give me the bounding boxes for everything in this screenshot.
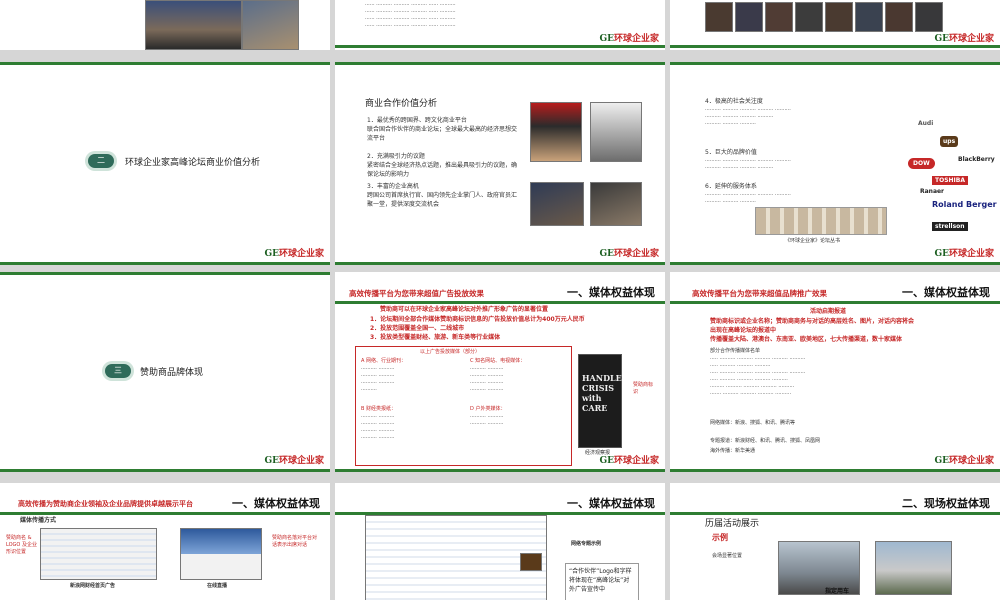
- section-title: 一、媒体权益体现: [902, 286, 990, 299]
- section-title: 一、媒体权益体现: [232, 497, 320, 510]
- media-list-title: 部分合作传播媒体名单: [710, 348, 761, 354]
- overseas-media: 海外传播：新华美通: [710, 448, 756, 454]
- rights-intro: 赞助商可以在环球企业家高峰论坛对外推广形象广告的显著位置: [380, 306, 549, 313]
- audience-photo: [242, 0, 299, 50]
- slide-header: 高效传播平台为您带来超值广告投放效果: [349, 289, 484, 298]
- book-title: HANDLE CRISIS with CARE: [582, 373, 622, 413]
- slide-header: 高效传播平台为您带来超值品牌推广效果: [692, 289, 827, 298]
- live-stream-caption: 在线直播: [207, 583, 228, 589]
- conference-hall-photo: [145, 0, 242, 50]
- media-list-body: ····· ·········· ·········· ·········· ·…: [710, 356, 806, 397]
- value-point-3: 3．丰富的企业高机 跨国公司首席执行官、国内领先企业掌门人、政府官员汇聚一堂，提供…: [367, 183, 518, 208]
- slide-logo: GE环球企业家: [934, 34, 994, 44]
- slide-header: 高效传播为赞助商企业领袖及企业品牌提供卓越展示平台: [18, 500, 193, 508]
- coverage-line-3: 传播覆盖大陆、港澳台、东南亚、欧美地区，七大传播渠道，数十家媒体: [710, 336, 903, 343]
- slide-commercial-value[interactable]: 商业合作价值分析 1．最优秀的跨国界、跨文化商业平台 联合国合作伙伴的商业论坛；全…: [335, 62, 665, 265]
- slide-media-2[interactable]: 高效传播平台为您带来超值品牌推广效果 一、媒体权益体现 活动启期报道 赞助商标识…: [670, 272, 1000, 472]
- right-dialog-note: 赞助商名落对平台对话表示出席对话: [272, 535, 318, 548]
- rights-item-2: 2．投放范围覆盖全国一、二线城市: [370, 325, 465, 332]
- agenda-title: 赞助商品牌体现: [140, 368, 204, 378]
- brand-logo-dow: DOW: [908, 158, 935, 169]
- forum-photo-1: [530, 182, 584, 226]
- slide-logo: GE环球企业家: [599, 456, 659, 466]
- sina-ad-caption: 新浪网财经首页广告: [70, 583, 116, 589]
- brand-logo-roland-berger: Roland Berger: [932, 200, 997, 209]
- forum-photo-2: [590, 182, 642, 226]
- value-title: 商业合作价值分析: [365, 99, 438, 109]
- agenda-number-badge: 二: [88, 154, 114, 168]
- slide-top-left: [0, 0, 330, 50]
- section-title: 一、媒体权益体现: [567, 497, 655, 510]
- slide-top-middle: ······ ·········· ·········· ·········· …: [335, 0, 665, 50]
- slide-logo: GE环球企业家: [264, 249, 324, 259]
- ups-logo-thumb: [520, 553, 542, 571]
- left-logo-note: 赞助商名 & LOGO 及企业形识位置: [6, 535, 37, 555]
- venue-position-label: 会场显著位置: [712, 553, 743, 559]
- partner-quote: “合作伙伴”Logo和字样将体现在“高峰论坛”对外广告宣传中: [569, 568, 632, 593]
- brand-logo-audi: Audi: [918, 120, 934, 127]
- brand-point-4: 4．极高的社会关注度: [705, 98, 763, 105]
- rights-item-1: 1．论坛期间全部合作媒体赞助商标识信息的广告投放价值总计为400万元人民币: [370, 316, 585, 323]
- slide-media-1[interactable]: 高效传播平台为您带来超值广告投放效果 一、媒体权益体现 赞助商可以在环球企业家高…: [335, 272, 665, 472]
- live-stream-screenshot: [180, 528, 262, 580]
- magazine-cover-2: [590, 102, 642, 162]
- web-special-tag: 网络专题示例: [571, 541, 602, 547]
- brand-logo-strellson: strellson: [932, 222, 968, 231]
- slide-site[interactable]: 二、现场权益体现 历届活动展示 示例 会场显著位置 指定用车: [670, 483, 1000, 600]
- venue-entrance-photo: [875, 541, 952, 595]
- slide-logo: GE环球企业家: [934, 456, 994, 466]
- sponsor-logo-note: 赞助商标识: [633, 382, 654, 395]
- brand-point-5: 5．巨大的品牌价值: [705, 149, 757, 156]
- rights-item-3: 3．投放类型覆盖财经、旅游、新车类等行业媒体: [370, 334, 501, 341]
- media-col-d: D 户外类媒体：: [470, 406, 506, 412]
- slide-logo: GE环球企业家: [934, 249, 994, 259]
- slide-agenda-2[interactable]: 二 环球企业家高峰论坛商业价值分析 GE环球企业家: [0, 62, 330, 265]
- brand-logo-ranaer: Ranaer: [920, 188, 945, 195]
- slide-brand-value[interactable]: 4．极高的社会关注度 ·········· ·········· ·······…: [670, 62, 1000, 265]
- guest-list-text: ······ ·········· ·········· ·········· …: [365, 2, 456, 29]
- coverage-title: 活动启期报道: [810, 308, 847, 315]
- newspaper-ad: HANDLE CRISIS with CARE: [578, 354, 622, 448]
- brand-logo-ups: ups: [940, 136, 959, 147]
- section-title: 一、媒体权益体现: [567, 286, 655, 299]
- magazine-cover-1: [530, 102, 582, 162]
- history-title: 历届活动展示: [705, 519, 760, 529]
- slide-agenda-3[interactable]: 三 赞助商品牌体现 GE环球企业家: [0, 272, 330, 472]
- partner-quote-box: “合作伙伴”Logo和字样将体现在“高峰论坛”对外广告宣传中: [565, 563, 639, 600]
- value-point-1: 1．最优秀的跨国界、跨文化商业平台 联合国合作伙伴的商业论坛；全球最大最高的经济思…: [367, 117, 518, 142]
- value-point-2: 2．充满吸引力的议题 紧密结合全球经济热点话题，推出最具吸引力的议题，确保论坛的影…: [367, 153, 518, 178]
- section-title: 二、现场权益体现: [902, 497, 990, 510]
- coverage-line-2: 出现在高峰论坛的报道中: [710, 327, 777, 334]
- designated-car-label: 指定用车: [825, 588, 850, 595]
- slide-media-3[interactable]: 高效传播为赞助商企业领袖及企业品牌提供卓越展示平台 一、媒体权益体现 媒体传播方…: [0, 483, 330, 600]
- media-list-head: 以上广告投放媒体（部分）: [420, 349, 481, 355]
- special-reports: 专题报道：新浪财经、和讯、腾讯、搜狐、凤凰网: [710, 438, 821, 444]
- slide-logo: GE环球企业家: [264, 456, 324, 466]
- media-col-a: A 网络、行业期刊：: [361, 358, 407, 364]
- brand-point-6: 6．延伸的服务体系: [705, 183, 757, 190]
- media-col-c: C 知名网站、电视媒体：: [470, 358, 526, 364]
- slide-logo: GE环球企业家: [599, 249, 659, 259]
- network-media: 网络媒体：新浪、搜狐、和讯、腾讯等: [710, 420, 796, 426]
- media-method-label: 媒体传播方式: [20, 517, 57, 524]
- sina-homepage-screenshot: [40, 528, 157, 580]
- slide-media-4[interactable]: 一、媒体权益体现 网络专题示例 “合作伙伴”Logo和字样将体现在“高峰论坛”对…: [335, 483, 665, 600]
- media-col-b: B 财经类报纸：: [361, 406, 397, 412]
- brand-logo-toshiba: TOSHIBA: [932, 176, 968, 185]
- slide-logo: GE环球企业家: [599, 34, 659, 44]
- slide-top-right: GE环球企业家: [670, 0, 1000, 50]
- brand-logo-blackberry: BlackBerry: [958, 156, 995, 163]
- book-series-caption: 《环球企业家》论坛丛书: [785, 238, 841, 244]
- agenda-title: 环球企业家高峰论坛商业价值分析: [125, 158, 261, 168]
- book-series-photo: [755, 207, 887, 235]
- agenda-number-badge: 三: [105, 364, 131, 378]
- example-label: 示例: [712, 533, 728, 542]
- coverage-line-1: 赞助商标识或企业名称；赞助商商务与对话的高层姓名、图片，对话内容将会: [710, 318, 915, 325]
